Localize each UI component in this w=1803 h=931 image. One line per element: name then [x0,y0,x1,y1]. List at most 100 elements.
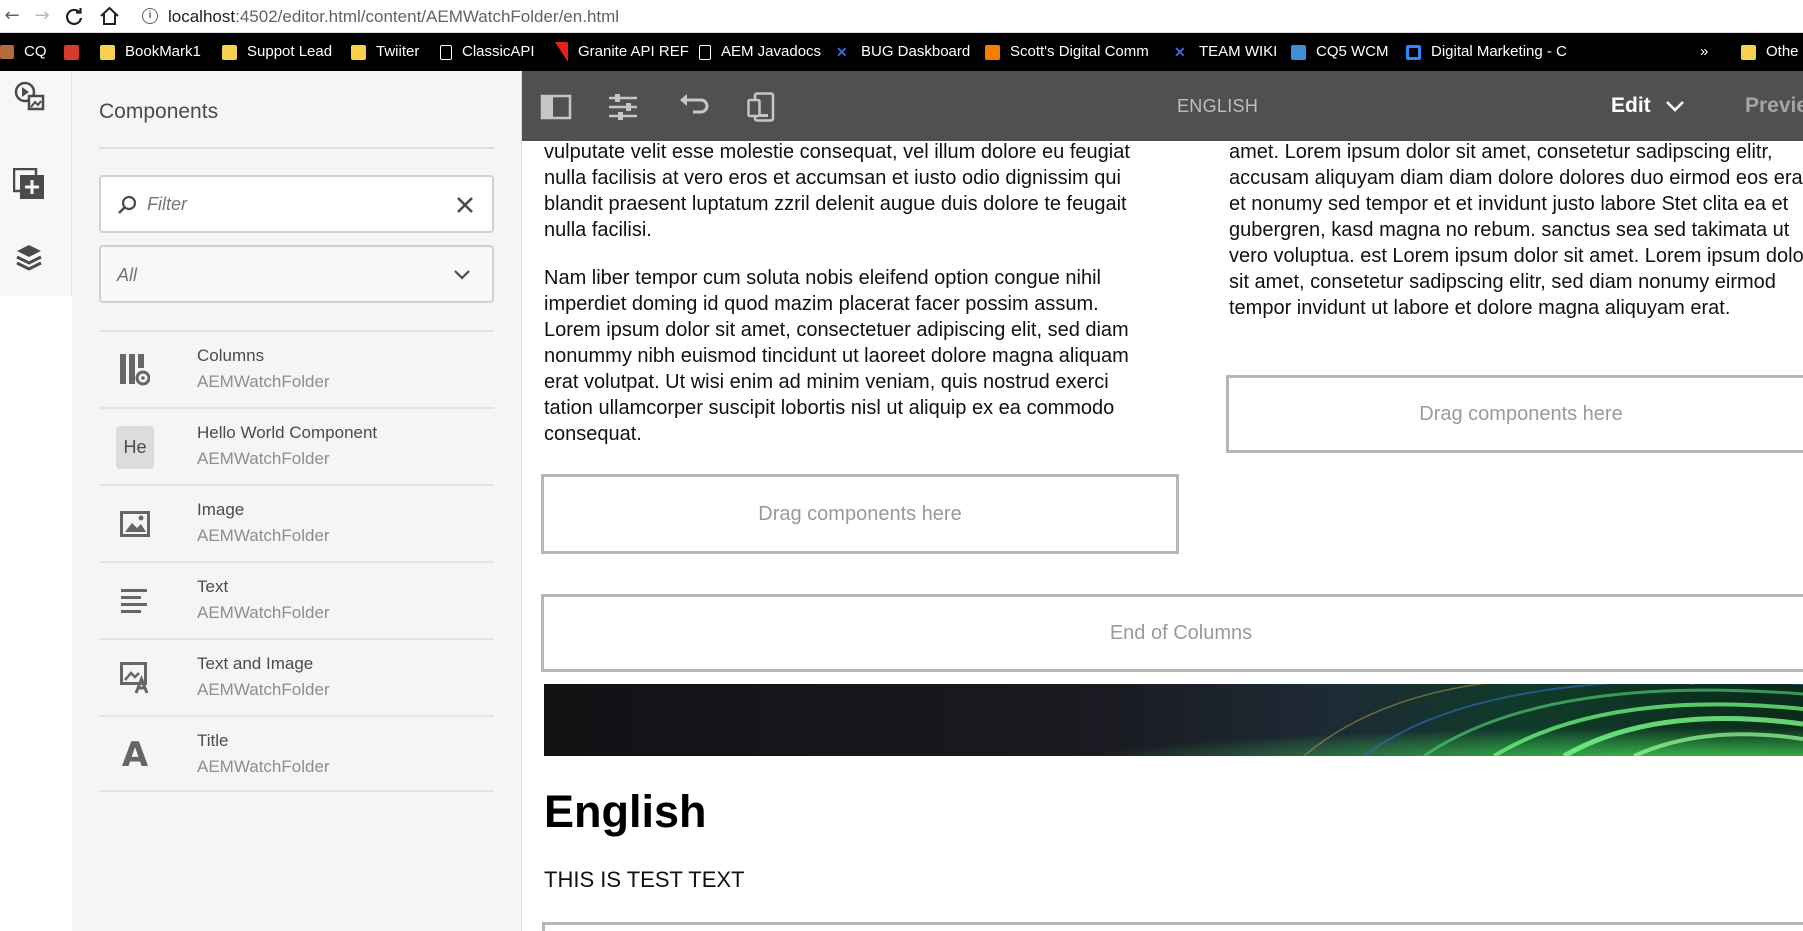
banner-image[interactable] [544,684,1803,756]
site-info-icon[interactable]: i [142,8,158,24]
title-icon: A [116,735,154,775]
bookmark-label: CQ [24,43,47,60]
bookmark-aem-javadocs[interactable]: AEM Javadocs [699,33,821,71]
component-name: Hello World Component [197,423,378,442]
component-badge: He [116,425,154,469]
component-group: AEMWatchFolder [197,757,330,776]
drop-zone-right-column[interactable]: Drag components here [1226,375,1803,453]
back-icon[interactable]: ← [0,5,24,27]
component-name: Text [197,577,229,596]
assets-icon[interactable] [13,80,45,112]
home-icon[interactable] [99,6,120,26]
undo-icon[interactable] [677,92,709,122]
clear-icon[interactable] [453,193,477,217]
mode-label: Edit [1611,94,1651,117]
x-icon: ✕ [1174,43,1186,60]
cq-icon [0,45,14,59]
component-group: AEMWatchFolder [197,603,330,622]
forward-icon[interactable]: → [30,5,54,27]
folder-icon [222,44,237,60]
bookmark-label: Twiiter [376,43,420,60]
component-item-text-and-image[interactable]: Text and Image AEMWatchFolder [99,638,494,715]
page-heading[interactable]: English [544,786,707,838]
component-item-hello-world[interactable]: He Hello World Component AEMWatchFolder [99,407,494,484]
globe-icon [1291,44,1306,60]
component-name: Image [197,500,245,519]
url-path: :4502/editor.html/content/AEMWatchFolder… [235,7,620,26]
drop-zone-left-column[interactable]: Drag components here [541,474,1179,554]
bookmark-digital-marketing[interactable]: Digital Marketing - C [1406,33,1572,71]
panel-divider [99,147,494,149]
he-badge-icon: He [116,425,154,469]
text-icon [116,582,154,620]
component-group: AEMWatchFolder [197,526,330,545]
editor-toolbar: ENGLISH Edit Preview [522,71,1803,141]
bookmarks-overflow-button[interactable]: » [1700,33,1708,71]
bookmark-label: Suppot Lead [247,43,333,60]
component-item-columns[interactable]: Columns AEMWatchFolder [99,330,494,407]
columns-icon [116,351,154,389]
text-component-right[interactable]: amet. Lorem ipsum dolor sit amet, conset… [1229,141,1803,321]
bookmark-suppot-lead[interactable]: Suppot Lead [222,33,332,71]
url-field[interactable]: localhost:4502/editor.html/content/AEMWa… [168,7,619,27]
adobe-icon [555,42,568,62]
search-icon [118,195,137,214]
components-icon[interactable] [13,168,45,200]
bookmark-team-wiki[interactable]: ✕ TEAM WIKI [1174,33,1277,71]
text-component-left-1[interactable]: vulputate velit esse molestie consequat,… [544,141,1154,243]
bookmark-cq5-wcm[interactable]: CQ5 WCM [1291,33,1389,71]
page-icon [699,44,711,60]
chevron-down-icon [1665,101,1684,112]
bookmark-label: ClassicAPI [462,43,535,60]
page-properties-icon[interactable] [607,92,639,122]
reload-icon[interactable] [64,6,84,26]
filter-input[interactable] [147,189,447,219]
image-icon [116,505,154,543]
content-tree-icon[interactable] [13,241,45,273]
browser-address-bar: ← → i localhost:4502/editor.html/content… [0,0,1803,33]
component-item-title[interactable]: A Title AEMWatchFolder [99,715,494,792]
group-select[interactable]: All [99,245,494,303]
component-name: Columns [197,346,265,365]
bookmark-bug-daskboard[interactable]: ✕ BUG Daskboard [836,33,970,71]
text-component-body[interactable]: THIS IS TEST TEXT [544,867,745,893]
bookmark-bookmark1[interactable]: BookMark1 [100,33,201,71]
title-glyph: A [121,735,149,775]
component-group: AEMWatchFolder [197,372,330,391]
text-component-left-2[interactable]: Nam liber tempor cum soluta nobis eleife… [544,265,1154,447]
other-bookmarks[interactable]: Othe [1741,33,1799,71]
component-item-image[interactable]: Image AEMWatchFolder [99,484,494,561]
bookmark-scotts-digital[interactable]: Scott's Digital Comm [985,33,1157,71]
bookmark-label: Scott's Digital Comm [1010,43,1149,60]
side-rail [0,71,72,296]
bookmark-cq[interactable]: CQ [0,33,47,71]
page-icon [440,44,452,60]
page-canvas: vulputate velit esse molestie consequat,… [522,141,1803,931]
drop-zone-bottom[interactable] [542,922,1803,931]
end-of-columns-placeholder[interactable]: End of Columns [541,594,1803,672]
component-item-text[interactable]: Text AEMWatchFolder [99,561,494,638]
bookmark-twiiter[interactable]: Twiiter [351,33,419,71]
mode-selector[interactable]: Edit [1611,94,1685,118]
x-icon: ✕ [836,43,848,60]
bag-icon [64,44,79,60]
chevron-down-icon [454,270,470,280]
page-title: ENGLISH [1177,96,1259,116]
bookmarks-bar: CQ BookMark1 Suppot Lead Twiiter Classic… [0,33,1803,71]
preview-button[interactable]: Preview [1745,94,1803,118]
url-host: localhost [168,7,236,26]
bookmark-classicapi[interactable]: ClassicAPI [440,33,535,71]
filter-field[interactable] [99,175,494,233]
bookmark-label: Othe [1766,43,1799,60]
bookmark-bag[interactable] [64,33,89,71]
ring-icon [1406,44,1421,60]
component-name: Title [197,731,229,750]
panel-title: Components [99,100,219,123]
bookmark-granite-api-ref[interactable]: Granite API REF [548,33,689,71]
bookmark-label: TEAM WIKI [1199,43,1278,60]
bookmark-label: BookMark1 [125,43,201,60]
emulator-icon[interactable] [747,92,779,122]
bookmark-label: CQ5 WCM [1316,43,1389,60]
toggle-side-panel-icon[interactable] [540,92,572,122]
group-select-value: All [117,265,138,285]
